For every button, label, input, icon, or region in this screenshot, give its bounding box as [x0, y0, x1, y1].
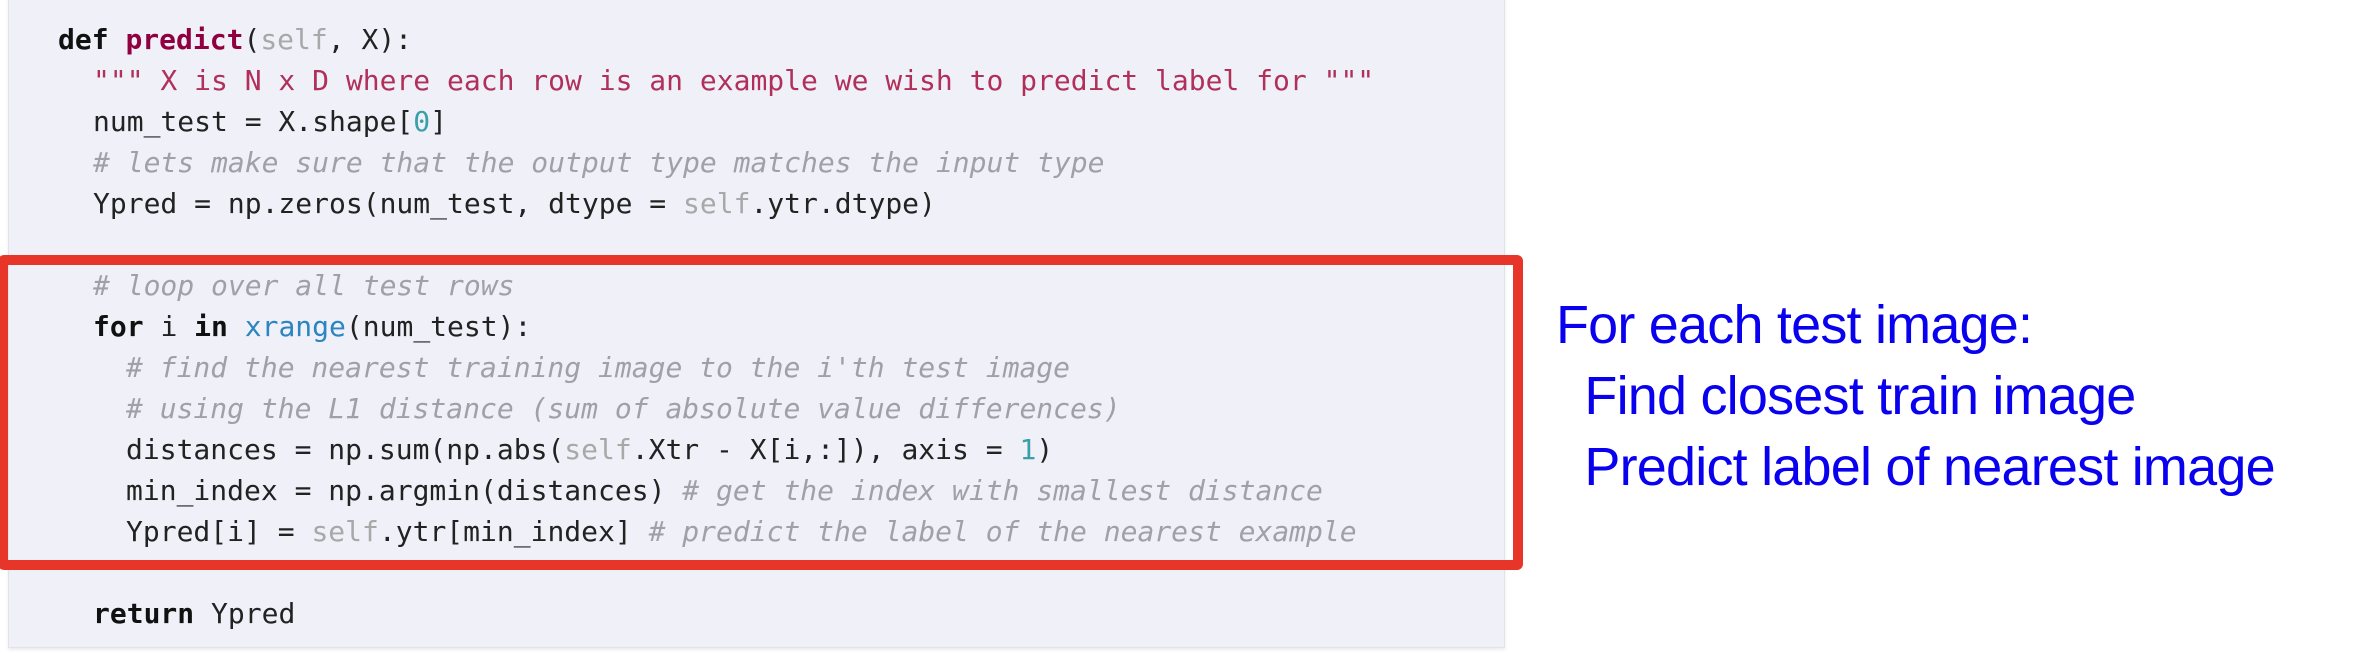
code-token-plain: .ytr.dtype)	[750, 187, 936, 220]
code-token-plain: num_test = X.shape[	[93, 105, 414, 138]
code-token-kw: def	[58, 23, 126, 56]
code-token-self: self	[260, 23, 328, 56]
code-line: Ypred = np.zeros(num_test, dtype = self.…	[93, 183, 936, 224]
highlight-box	[0, 255, 1523, 570]
code-token-fn: predict	[125, 23, 244, 56]
annotation-line-3: Predict label of nearest image	[1556, 437, 2275, 497]
code-token-plain: ]	[430, 105, 448, 138]
code-token-plain: Ypred = np.zeros(num_test, dtype =	[93, 187, 684, 220]
annotation-line-2: Find closest train image	[1556, 366, 2136, 426]
code-token-str: """ X is N x D where each row is an exam…	[93, 64, 1375, 97]
code-line: """ X is N x D where each row is an exam…	[93, 60, 1374, 101]
code-token-com: # lets make sure that the output type ma…	[93, 146, 1105, 179]
code-token-kw: return	[93, 597, 212, 630]
code-token-plain: (	[243, 23, 261, 56]
code-token-plain: Ypred	[211, 597, 296, 630]
code-token-plain: , X):	[327, 23, 413, 56]
code-line: num_test = X.shape[0]	[93, 101, 447, 142]
code-token-num: 0	[413, 105, 431, 138]
code-line: # lets make sure that the output type ma…	[93, 142, 1104, 183]
code-line: return Ypred	[93, 593, 295, 634]
annotation-line-1: For each test image:	[1556, 295, 2033, 355]
code-token-self: self	[683, 187, 751, 220]
code-line: def predict(self, X):	[58, 19, 412, 60]
